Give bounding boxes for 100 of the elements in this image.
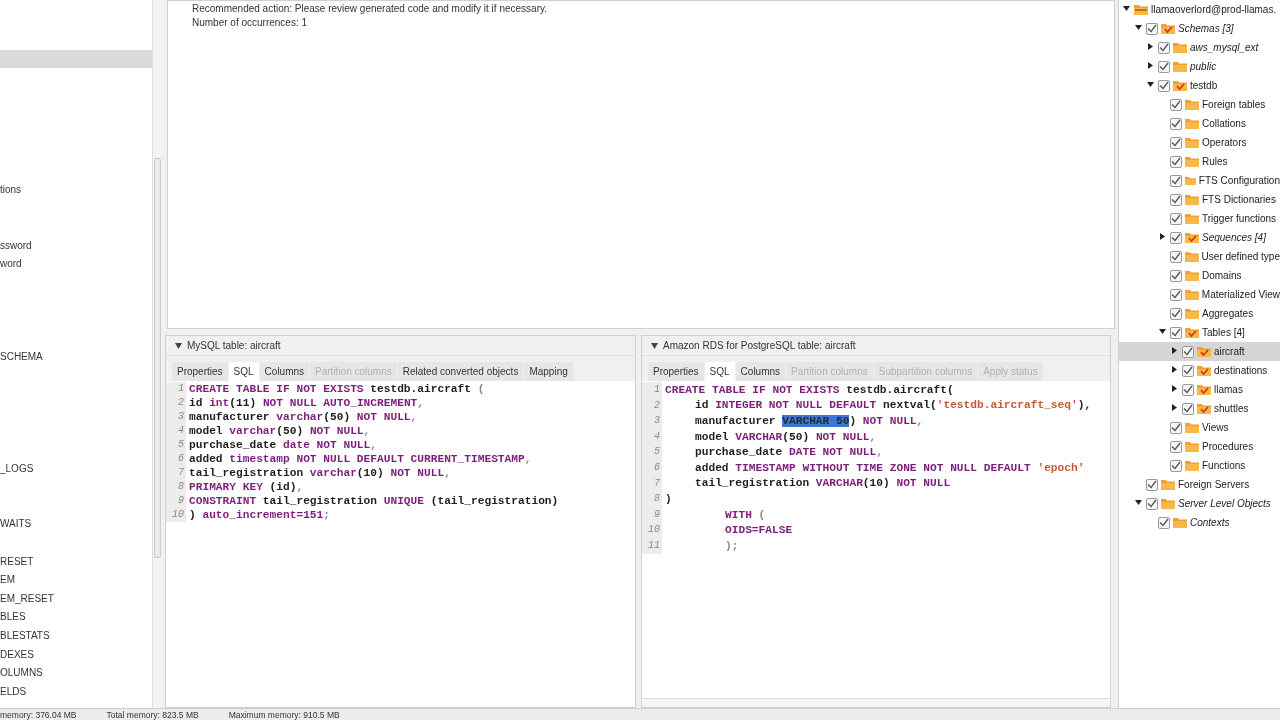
- checkbox[interactable]: [1170, 307, 1182, 320]
- checkbox[interactable]: [1170, 250, 1182, 263]
- checkbox[interactable]: [1182, 364, 1194, 377]
- tree-item[interactable]: testdb: [1119, 76, 1280, 95]
- checkbox[interactable]: [1170, 288, 1182, 301]
- checkbox[interactable]: [1146, 497, 1158, 510]
- list-item[interactable]: RESET: [0, 555, 34, 567]
- scrollbar[interactable]: [152, 0, 162, 708]
- list-item[interactable]: ELDS: [0, 685, 27, 697]
- checkbox[interactable]: [1170, 98, 1182, 111]
- tree-label: Schemas [3]: [1178, 23, 1234, 34]
- caret-down-icon[interactable]: [651, 342, 658, 349]
- list-item[interactable]: word: [0, 258, 22, 270]
- tree-item[interactable]: Procedures: [1119, 437, 1280, 456]
- checkbox[interactable]: [1170, 269, 1182, 282]
- checkbox[interactable]: [1182, 383, 1194, 396]
- tree-item[interactable]: User defined type: [1119, 247, 1280, 266]
- checkbox[interactable]: [1170, 326, 1182, 339]
- tree-item[interactable]: Sequences [4]: [1119, 228, 1280, 247]
- tree-item[interactable]: Functions: [1119, 456, 1280, 475]
- checkbox[interactable]: [1158, 516, 1170, 529]
- caret-right-icon[interactable]: [1171, 385, 1178, 392]
- tree-item[interactable]: Foreign tables: [1119, 95, 1280, 114]
- checkbox[interactable]: [1170, 440, 1182, 453]
- tree-item[interactable]: Aggregates: [1119, 304, 1280, 323]
- list-item[interactable]: tions: [0, 183, 22, 195]
- tab[interactable]: SQL: [704, 362, 735, 381]
- checkbox[interactable]: [1146, 478, 1158, 491]
- tree-item[interactable]: shuttles: [1119, 399, 1280, 418]
- caret-down-icon[interactable]: [1135, 499, 1142, 506]
- caret-right-icon[interactable]: [1159, 233, 1166, 240]
- caret-down-icon[interactable]: [175, 342, 182, 349]
- checkbox[interactable]: [1158, 41, 1170, 54]
- caret-right-icon[interactable]: [1147, 62, 1154, 69]
- tree-item[interactable]: Schemas [3]: [1119, 19, 1280, 38]
- tree-item[interactable]: Domains: [1119, 266, 1280, 285]
- checkbox[interactable]: [1182, 402, 1194, 415]
- list-item[interactable]: OLUMNS: [0, 667, 43, 679]
- line-number: 3: [642, 413, 662, 429]
- checkbox[interactable]: [1182, 345, 1194, 358]
- checkbox[interactable]: [1170, 155, 1182, 168]
- caret-right-icon[interactable]: [1171, 366, 1178, 373]
- caret-down-icon[interactable]: [1147, 81, 1154, 88]
- checkbox[interactable]: [1170, 193, 1182, 206]
- list-item[interactable]: BLESTATS: [0, 630, 50, 641]
- list-item[interactable]: WAITS: [0, 518, 32, 530]
- tab[interactable]: Columns: [259, 362, 310, 381]
- caret-right-icon[interactable]: [1171, 347, 1178, 354]
- tree-item[interactable]: Operators: [1119, 133, 1280, 152]
- tree-item[interactable]: FTS Configuration: [1119, 171, 1280, 190]
- list-item[interactable]: DEXES: [0, 648, 34, 660]
- folder-check-icon: [1197, 403, 1211, 414]
- tree-item[interactable]: Foreign Servers: [1119, 475, 1280, 494]
- tree-item[interactable]: llamas: [1119, 380, 1280, 399]
- checkbox[interactable]: [1170, 421, 1182, 434]
- caret-down-icon[interactable]: [1123, 5, 1130, 12]
- scrollbar[interactable]: [642, 698, 1110, 707]
- list-item[interactable]: EM: [0, 574, 15, 586]
- caret-down-icon[interactable]: [1135, 24, 1142, 31]
- tree-item[interactable]: Contexts: [1119, 513, 1280, 532]
- folder-icon: [1185, 156, 1199, 167]
- checkbox[interactable]: [1170, 231, 1182, 244]
- list-item[interactable]: ssword: [0, 239, 32, 251]
- tree-item[interactable]: aws_mysql_ext: [1119, 38, 1280, 57]
- code-line: WITH (: [724, 508, 766, 521]
- checkbox[interactable]: [1158, 60, 1170, 73]
- tree-item[interactable]: Rules: [1119, 152, 1280, 171]
- tree-item[interactable]: Views: [1119, 418, 1280, 437]
- checkbox[interactable]: [1170, 117, 1182, 130]
- tab[interactable]: Mapping: [524, 362, 573, 381]
- tree-item[interactable]: Materialized View: [1119, 285, 1280, 304]
- checkbox[interactable]: [1170, 212, 1182, 225]
- tree-item[interactable]: Server Level Objects: [1119, 494, 1280, 513]
- tab[interactable]: Columns: [735, 362, 786, 381]
- list-item[interactable]: SCHEMA: [0, 351, 43, 363]
- tree-item[interactable]: Collations: [1119, 114, 1280, 133]
- checkbox[interactable]: [1146, 22, 1158, 35]
- folder-icon: [1185, 99, 1199, 110]
- tree-item[interactable]: aircraft: [1119, 342, 1280, 361]
- checkbox[interactable]: [1170, 174, 1182, 187]
- caret-right-icon[interactable]: [1171, 404, 1178, 411]
- tab[interactable]: SQL: [228, 362, 259, 381]
- list-item[interactable]: BLES: [0, 611, 26, 623]
- checkbox[interactable]: [1170, 459, 1182, 472]
- tab[interactable]: Properties: [648, 362, 704, 381]
- tree-item[interactable]: Trigger functions: [1119, 209, 1280, 228]
- checkbox[interactable]: [1158, 79, 1170, 92]
- tree-item[interactable]: Tables [4]: [1119, 323, 1280, 342]
- caret-right-icon[interactable]: [1147, 43, 1154, 50]
- folder-check-icon: [1185, 232, 1199, 243]
- caret-down-icon[interactable]: [1159, 328, 1166, 335]
- tab[interactable]: Properties: [172, 362, 228, 381]
- checkbox[interactable]: [1170, 136, 1182, 149]
- tree-item[interactable]: llamaoverlord@prod-llamas.: [1119, 0, 1280, 19]
- list-item[interactable]: EM_RESET: [0, 592, 54, 604]
- tree-item[interactable]: FTS Dictionaries: [1119, 190, 1280, 209]
- tree-item[interactable]: destinations: [1119, 361, 1280, 380]
- list-item[interactable]: _LOGS: [0, 462, 34, 474]
- tab[interactable]: Related converted objects: [397, 362, 524, 381]
- tree-item[interactable]: public: [1119, 57, 1280, 76]
